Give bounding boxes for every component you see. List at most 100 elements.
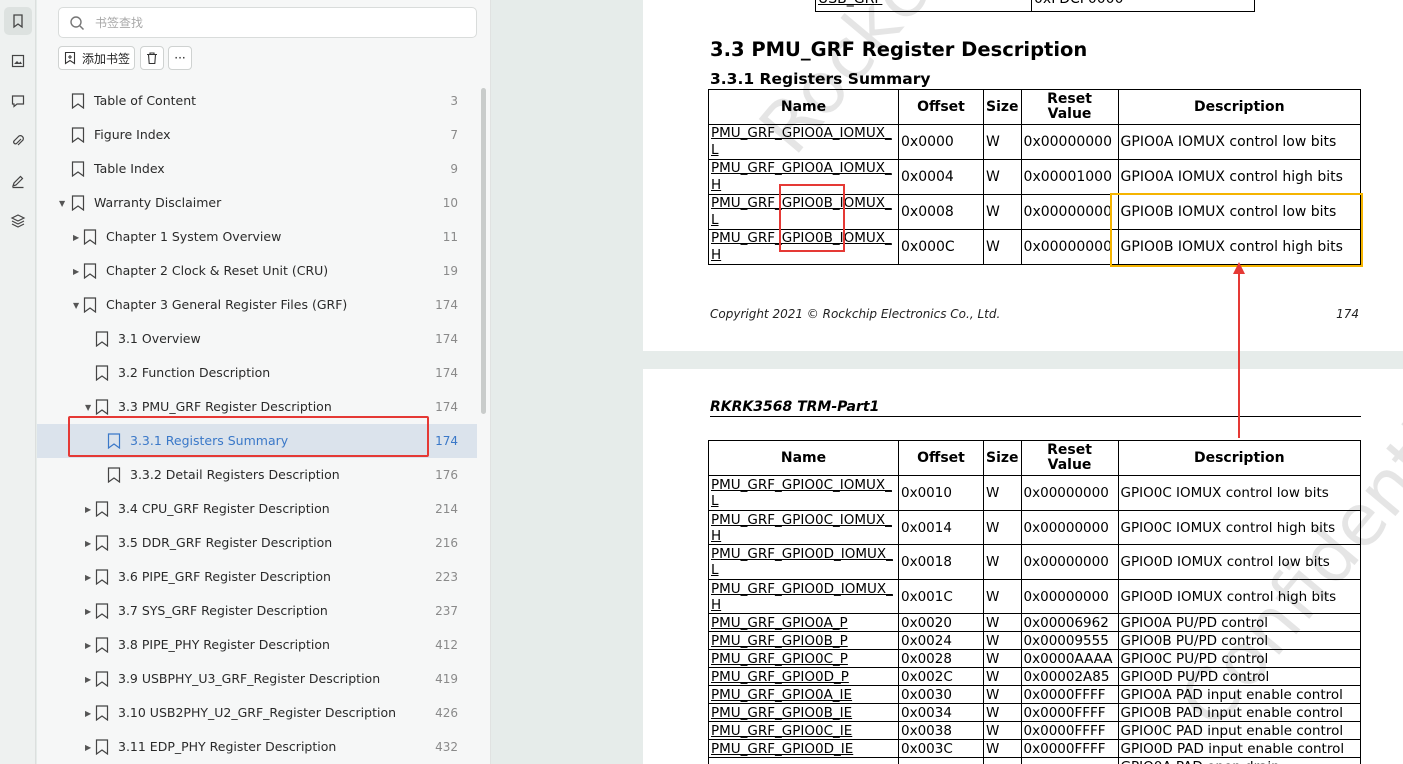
table-cell: 0x003C xyxy=(898,739,984,758)
bookmark-item[interactable]: Table of Content 3 xyxy=(37,84,477,118)
bookmark-item[interactable]: 3.2 Function Description 174 xyxy=(37,356,477,390)
table-row: PMU_GRF_GPIO0C_IOMUX_L 0x0010 W 0x00000000 G… xyxy=(708,475,1362,511)
bookmark-label: 3.1 Overview xyxy=(118,331,201,346)
bookmark-item[interactable]: ▶ 3.10 USB2PHY_U2_GRF_Register Descriptio… xyxy=(37,696,477,730)
register-name-link[interactable]: PMU_GRF_GPIO0D_IOMUX_L xyxy=(708,544,899,580)
expand-icon[interactable]: ▶ xyxy=(85,505,93,514)
bookmark-item[interactable]: 3.3.2 Detail Registers Description 176 xyxy=(37,458,477,492)
bookmark-page-number: 426 xyxy=(435,706,458,720)
tool-rail xyxy=(0,0,36,764)
bookmark-item[interactable]: ▶ 3.5 DDR_GRF Register Description 216 xyxy=(37,526,477,560)
orange-highlight-box xyxy=(1110,193,1363,267)
bookmark-item[interactable]: ▶ 3.7 SYS_GRF Register Description 237 xyxy=(37,594,477,628)
bookmark-item[interactable]: 3.1 Overview 174 xyxy=(37,322,477,356)
expand-icon[interactable]: ▶ xyxy=(85,539,93,548)
pen-icon[interactable] xyxy=(4,167,32,195)
attachment-icon[interactable] xyxy=(4,127,32,155)
register-name-link[interactable]: PMU_GRF_GPIO0C_IOMUX_H xyxy=(708,510,899,545)
bookmark-icon xyxy=(95,399,109,415)
register-name-link[interactable]: PMU_GRF_GPIO0A_IE xyxy=(708,685,899,704)
bookmark-label: 3.11 EDP_PHY Register Description xyxy=(118,739,337,754)
bookmark-item[interactable]: ▶ Chapter 2 Clock & Reset Unit (CRU) 19 xyxy=(37,254,477,288)
table-cell: GPIO0A PAD open drain xyxy=(1117,757,1362,764)
collapse-icon[interactable]: ▼ xyxy=(59,199,67,208)
bookmark-page-number: 237 xyxy=(435,604,458,618)
bookmark-page-number: 432 xyxy=(435,740,458,754)
bookmark-page-number: 11 xyxy=(442,230,458,244)
expand-icon[interactable]: ▶ xyxy=(85,641,93,650)
bookmark-item[interactable]: ▶ 3.4 CPU_GRF Register Description 214 xyxy=(37,492,477,526)
bookmark-item[interactable]: ▼ Warranty Disclaimer 10 xyxy=(37,186,477,220)
add-bookmark-button[interactable]: 添加书签 xyxy=(58,46,135,70)
panel-scrollbar[interactable] xyxy=(481,88,486,414)
expand-icon[interactable]: ▶ xyxy=(73,267,81,276)
footer-copyright: Copyright 2021 © Rockchip Electronics Co… xyxy=(710,307,1001,321)
table-cell: 0x00001000 xyxy=(1020,159,1119,195)
section-title: 3.3 PMU_GRF Register Description xyxy=(710,38,1088,61)
register-name-link[interactable]: PMU_GRF_GPIO0B_IE xyxy=(708,703,899,722)
table-cell: 0x000C xyxy=(898,229,984,265)
bookmark-page-number: 419 xyxy=(435,672,458,686)
bookmark-item[interactable]: Figure Index 7 xyxy=(37,118,477,152)
bookmark-label: 3.3 PMU_GRF Register Description xyxy=(118,399,332,414)
bookmark-item[interactable]: ▼ Chapter 3 General Register Files (GRF) 1… xyxy=(37,288,477,322)
bookmark-page-number: 223 xyxy=(435,570,458,584)
table-cell: GPIO0C IOMUX control high bits xyxy=(1117,510,1362,545)
table-cell: 0x0000AAAA xyxy=(1020,649,1119,668)
register-name-link[interactable]: PMU_GRF_GPIO0C_P xyxy=(708,649,899,668)
collapse-icon[interactable]: ▼ xyxy=(85,403,93,412)
collapse-icon[interactable]: ▼ xyxy=(73,301,81,310)
register-name-link[interactable]: PMU_GRF_GPIO0C_IE xyxy=(708,721,899,740)
column-header: Name xyxy=(708,89,899,125)
register-name-link[interactable]: PMU_GRF_GPIO0C_IOMUX_L xyxy=(708,475,899,511)
bookmark-icon xyxy=(95,501,109,517)
bookmark-item[interactable]: ▶ 3.6 PIPE_GRF Register Description 223 xyxy=(37,560,477,594)
table-cell: 0x00000000 xyxy=(1020,544,1119,580)
register-name-link[interactable]: PMU_GRF_GPIO0A_IOMUX_L xyxy=(708,124,899,160)
footer-page-number: 174 xyxy=(1336,307,1359,321)
bookmark-item[interactable]: ▶ Chapter 1 System Overview 11 xyxy=(37,220,477,254)
expand-icon[interactable]: ▶ xyxy=(85,743,93,752)
bookmark-page-number: 19 xyxy=(442,264,458,278)
bookmark-item[interactable]: Table Index 9 xyxy=(37,152,477,186)
bookmark-item[interactable]: ▶ 3.8 PIPE_PHY Register Description 412 xyxy=(37,628,477,662)
image-icon[interactable] xyxy=(4,47,32,75)
document-viewer: Rockchip USB_GRF 0xFDCF0000 3.3 PMU_GRF … xyxy=(491,0,1403,764)
bookmark-icon[interactable] xyxy=(4,7,32,35)
delete-bookmark-button[interactable] xyxy=(140,46,164,70)
bookmark-icon xyxy=(95,671,109,687)
bookmark-item[interactable]: ▶ 3.9 USBPHY_U3_GRF_Register Description 4… xyxy=(37,662,477,696)
column-header: Offset xyxy=(898,440,984,476)
register-name-link[interactable]: PMU_GRF_GPIO0D_IOMUX_H xyxy=(708,579,899,614)
bookmark-label: 3.5 DDR_GRF Register Description xyxy=(118,535,333,550)
table-cell: GPIO0A IOMUX control low bits xyxy=(1117,124,1362,160)
bookmark-panel: 添加书签 ··· Table of Content 3 Figure Index 7 T… xyxy=(37,0,491,764)
bookmark-label: 3.3.2 Detail Registers Description xyxy=(130,467,340,482)
bookmark-search[interactable] xyxy=(58,7,477,38)
register-name-link[interactable] xyxy=(708,757,899,764)
table-cell: 0x00009555 xyxy=(1020,631,1119,650)
column-header: Reset Value xyxy=(1020,440,1119,476)
table-cell: 0x00002A85 xyxy=(1020,667,1119,686)
bookmark-page-number: 174 xyxy=(435,366,458,380)
expand-icon[interactable]: ▶ xyxy=(85,607,93,616)
expand-icon[interactable]: ▶ xyxy=(73,233,81,242)
search-input[interactable] xyxy=(95,12,465,34)
expand-icon[interactable]: ▶ xyxy=(85,573,93,582)
table-cell: 0x0000 xyxy=(898,124,984,160)
register-name-link[interactable]: PMU_GRF_GPIO0B_P xyxy=(708,631,899,650)
table-cell: W xyxy=(983,721,1022,740)
register-name-link[interactable]: PMU_GRF_GPIO0D_P xyxy=(708,667,899,686)
column-header: Description xyxy=(1117,440,1362,476)
table-cell: GPIO0A PAD input enable control xyxy=(1117,685,1362,704)
expand-icon[interactable]: ▶ xyxy=(85,675,93,684)
register-name-link[interactable]: PMU_GRF_GPIO0A_P xyxy=(708,613,899,632)
table-cell: 0x0000FFFF xyxy=(1020,739,1119,758)
expand-icon[interactable]: ▶ xyxy=(85,709,93,718)
register-name-link[interactable]: PMU_GRF_GPIO0D_IE xyxy=(708,739,899,758)
more-button[interactable]: ··· xyxy=(168,46,192,70)
layers-icon[interactable] xyxy=(4,207,32,235)
table-cell: 0x0028 xyxy=(898,649,984,668)
bookmark-item[interactable]: ▶ 3.11 EDP_PHY Register Description 432 xyxy=(37,730,477,764)
comment-icon[interactable] xyxy=(4,87,32,115)
